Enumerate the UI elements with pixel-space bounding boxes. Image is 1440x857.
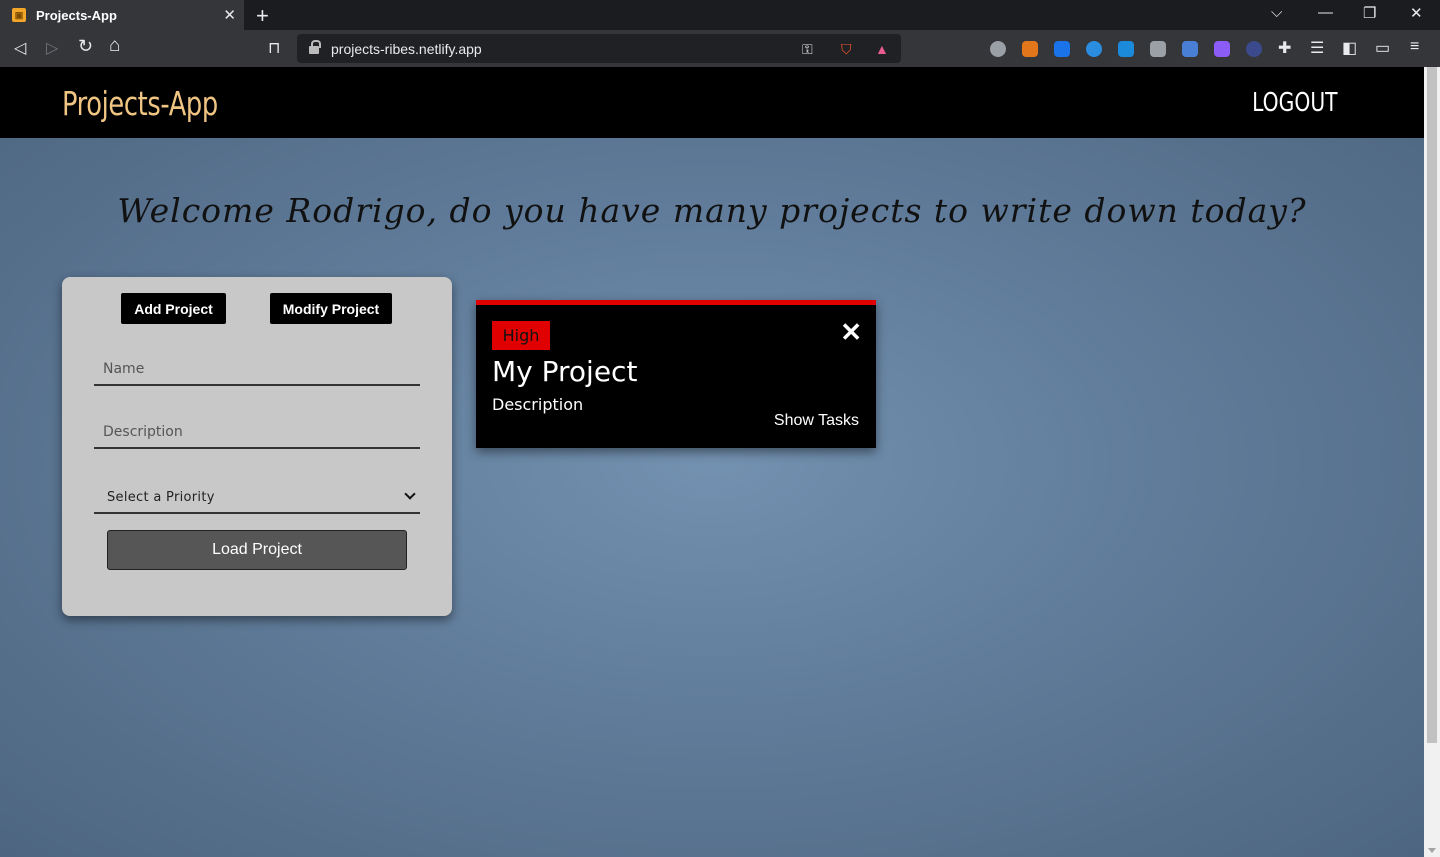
tab-title: Projects-App — [36, 7, 117, 23]
priority-select-value: Select a Priority — [107, 489, 215, 505]
browser-tab-bar: ▣ Projects-App ✕ + ⌵ — ❐ ✕ — [0, 0, 1440, 30]
project-card: High ✕ My Project Description Show Tasks — [476, 300, 876, 448]
forward-icon[interactable]: ▷ — [46, 38, 58, 58]
lock-icon — [309, 40, 321, 54]
browser-menu-icon[interactable]: ≡ — [1410, 38, 1419, 56]
project-form-card: Add Project Modify Project Select a Prio… — [62, 277, 452, 616]
app-favicon-icon: ▣ — [12, 8, 26, 22]
extensions-puzzle-icon[interactable]: ✚ — [1278, 38, 1291, 58]
modify-project-button[interactable]: Modify Project — [270, 293, 392, 324]
bookmark-icon[interactable]: ⊓ — [268, 38, 280, 58]
scroll-down-arrow-icon[interactable] — [1428, 848, 1436, 853]
media-queue-icon[interactable]: ☰ — [1310, 38, 1324, 58]
home-icon[interactable]: ⌂ — [109, 35, 120, 57]
chevron-down-icon — [404, 488, 416, 500]
welcome-heading: Welcome Rodrigo, do you have many projec… — [117, 191, 1307, 230]
description-input[interactable] — [94, 417, 420, 447]
minimize-icon[interactable]: — — [1318, 4, 1333, 21]
back-icon[interactable]: ◁ — [14, 38, 26, 58]
name-input[interactable] — [94, 354, 420, 384]
project-title: My Project — [492, 355, 638, 388]
wallet-icon[interactable]: ▭ — [1375, 38, 1390, 58]
scrollbar-thumb[interactable] — [1427, 67, 1437, 743]
url-text: projects-ribes.netlify.app — [331, 40, 482, 57]
cat-extension-icon[interactable] — [1150, 41, 1166, 57]
brave-rewards-icon[interactable]: ▲ — [875, 41, 889, 57]
bitwarden-icon[interactable] — [1054, 41, 1070, 57]
restore-icon[interactable]: ❐ — [1363, 4, 1376, 22]
page-scrollbar[interactable] — [1424, 67, 1440, 857]
new-tab-button[interactable]: + — [256, 3, 269, 29]
metamask-icon[interactable] — [1022, 41, 1038, 57]
priority-select[interactable]: Select a Priority — [94, 482, 420, 514]
color-picker-icon[interactable] — [1214, 41, 1230, 57]
browser-toolbar: ◁ ▷ ↻ ⌂ ⊓ projects-ribes.netlify.app ⚿ ⛉… — [0, 30, 1440, 67]
tab-search-dropdown-icon[interactable]: ⌵ — [1271, 4, 1282, 21]
downloader-icon[interactable] — [1118, 41, 1134, 57]
browser-tab[interactable]: ▣ Projects-App ✕ — [0, 0, 244, 30]
key-icon[interactable]: ⚿ — [802, 41, 813, 58]
delete-project-close-icon[interactable]: ✕ — [840, 317, 862, 348]
add-project-button[interactable]: Add Project — [121, 293, 226, 324]
description-field — [94, 417, 420, 449]
sidebar-icon[interactable]: ◧ — [1342, 38, 1357, 58]
app-navbar: Projects-App LOGOUT — [0, 67, 1424, 138]
translate-icon[interactable] — [1182, 41, 1198, 57]
priority-badge: High — [492, 321, 550, 350]
project-description: Description — [492, 395, 584, 414]
logout-link[interactable]: LOGOUT — [1253, 88, 1338, 118]
window-close-icon[interactable]: ✕ — [1410, 4, 1423, 22]
show-tasks-link[interactable]: Show Tasks — [774, 412, 859, 430]
name-field — [94, 354, 420, 386]
load-project-button[interactable]: Load Project — [107, 530, 407, 570]
address-bar[interactable]: projects-ribes.netlify.app ⚿ ⛉ ▲ — [297, 34, 901, 63]
read-aloud-icon[interactable] — [1086, 41, 1102, 57]
extension-k-icon[interactable] — [990, 41, 1006, 57]
brave-shield-icon[interactable]: ⛉ — [841, 41, 852, 58]
tab-close-icon[interactable]: ✕ — [223, 6, 236, 24]
page-viewport: Projects-App LOGOUT Welcome Rodrigo, do … — [0, 67, 1424, 857]
app-brand[interactable]: Projects-App — [62, 84, 218, 123]
extension-a-icon[interactable] — [1246, 41, 1262, 57]
reload-icon[interactable]: ↻ — [78, 36, 93, 57]
